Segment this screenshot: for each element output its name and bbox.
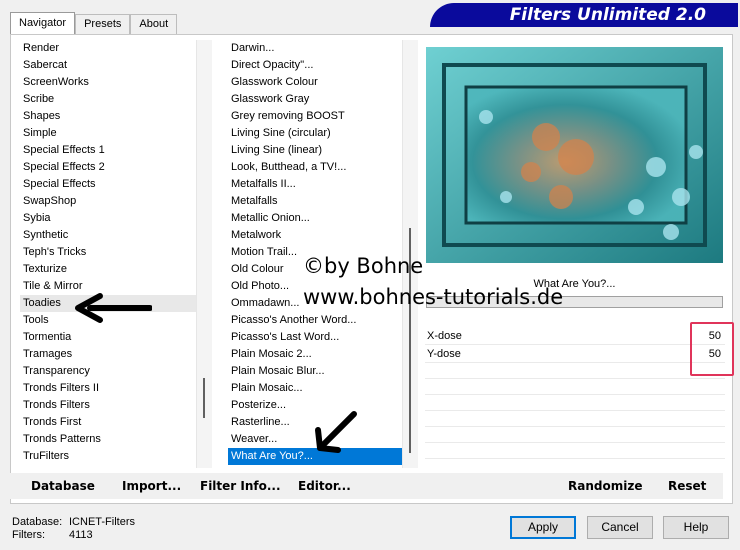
param-row-empty: [425, 379, 725, 395]
list-item[interactable]: Special Effects 1: [20, 142, 196, 159]
list-item[interactable]: Living Sine (linear): [228, 142, 402, 159]
list-item[interactable]: Living Sine (circular): [228, 125, 402, 142]
list-item[interactable]: Metallic Onion...: [228, 210, 402, 227]
list-item[interactable]: Look, Butthead, a TV!...: [228, 159, 402, 176]
bottom-toolbar: Database Import... Filter Info... Editor…: [10, 473, 723, 499]
list-item[interactable]: ScreenWorks: [20, 74, 196, 91]
list-item[interactable]: Metalwork: [228, 227, 402, 244]
list-item[interactable]: Metalfalls: [228, 193, 402, 210]
help-button[interactable]: Help: [663, 516, 729, 539]
cancel-button[interactable]: Cancel: [587, 516, 653, 539]
banner-title: Filters Unlimited 2.0: [509, 5, 706, 25]
parameter-list: X-dose 50 Y-dose 50: [425, 327, 725, 459]
list-item[interactable]: Transparency: [20, 363, 196, 380]
filters-count-value: 4113: [69, 529, 93, 541]
list-item[interactable]: Grey removing BOOST: [228, 108, 402, 125]
list-item[interactable]: Glasswork Colour: [228, 74, 402, 91]
list-item[interactable]: SwapShop: [20, 193, 196, 210]
list-item[interactable]: Tronds Filters II: [20, 380, 196, 397]
list-item[interactable]: Glasswork Gray: [228, 91, 402, 108]
param-row-empty: [425, 427, 725, 443]
tab-strip: Navigator Presets About: [10, 12, 178, 34]
database-button[interactable]: Database: [31, 479, 95, 493]
list-item[interactable]: Simple: [20, 125, 196, 142]
arrow-down-left-icon: [315, 411, 357, 453]
list-item[interactable]: Plain Mosaic 2...: [228, 346, 402, 363]
list-item[interactable]: Metalfalls II...: [228, 176, 402, 193]
list-item[interactable]: Tramages: [20, 346, 196, 363]
apply-button[interactable]: Apply: [510, 516, 576, 539]
randomize-button[interactable]: Randomize: [568, 479, 642, 493]
editor-button[interactable]: Editor...: [298, 479, 351, 493]
category-scrollbar[interactable]: [196, 40, 212, 468]
watermark-url: www.bohnes-tutorials.de: [303, 285, 564, 309]
filters-count-label: Filters:: [12, 529, 45, 541]
list-item[interactable]: Special Effects: [20, 176, 196, 193]
list-item[interactable]: Tronds Filters: [20, 397, 196, 414]
param-row-x-dose[interactable]: X-dose 50: [425, 327, 725, 345]
arrow-left-icon: [75, 293, 152, 323]
list-item[interactable]: Plain Mosaic Blur...: [228, 363, 402, 380]
param-row-empty: [425, 395, 725, 411]
param-row-empty: [425, 443, 725, 459]
tab-navigator[interactable]: Navigator: [10, 12, 76, 34]
list-item[interactable]: Sybia: [20, 210, 196, 227]
list-item[interactable]: Sabercat: [20, 57, 196, 74]
list-item[interactable]: Plain Mosaic...: [228, 380, 402, 397]
category-list[interactable]: Render Sabercat ScreenWorks Scribe Shapes Sim…: [20, 40, 196, 468]
list-item[interactable]: Shapes: [20, 108, 196, 125]
list-item[interactable]: Tronds First: [20, 414, 196, 431]
list-item[interactable]: Direct Opacity''...: [228, 57, 402, 74]
param-label: Y-dose: [427, 348, 461, 360]
list-item[interactable]: Tronds Patterns: [20, 431, 196, 448]
title-banner: Filters Unlimited 2.0: [430, 3, 738, 27]
filter-preview-image: [426, 47, 723, 263]
list-item[interactable]: Scribe: [20, 91, 196, 108]
preview-artwork: [426, 47, 723, 263]
list-item[interactable]: Special Effects 2: [20, 159, 196, 176]
category-scroll-thumb[interactable]: [203, 378, 205, 418]
list-item[interactable]: Picasso's Last Word...: [228, 329, 402, 346]
param-row-empty: [425, 411, 725, 427]
filter-info-button[interactable]: Filter Info...: [200, 479, 281, 493]
list-item[interactable]: Darwin...: [228, 40, 402, 57]
list-item[interactable]: Teph's Tricks: [20, 244, 196, 261]
param-label: X-dose: [427, 330, 462, 342]
highlight-box: [690, 322, 734, 376]
import-button[interactable]: Import...: [122, 479, 181, 493]
tab-presets[interactable]: Presets: [75, 14, 131, 34]
database-value: ICNET-Filters: [69, 516, 135, 528]
param-row-empty: [425, 363, 725, 379]
tab-about[interactable]: About: [130, 14, 178, 34]
database-label: Database:: [12, 516, 63, 528]
reset-button[interactable]: Reset: [668, 479, 706, 493]
list-item[interactable]: Render: [20, 40, 196, 57]
list-item[interactable]: Picasso's Another Word...: [228, 312, 402, 329]
list-item[interactable]: Texturize: [20, 261, 196, 278]
list-item[interactable]: TruFilters: [20, 448, 196, 465]
list-item[interactable]: Tormentia: [20, 329, 196, 346]
param-row-y-dose[interactable]: Y-dose 50: [425, 345, 725, 363]
watermark-author: ©by Bohne: [303, 254, 424, 278]
list-item[interactable]: Synthetic: [20, 227, 196, 244]
